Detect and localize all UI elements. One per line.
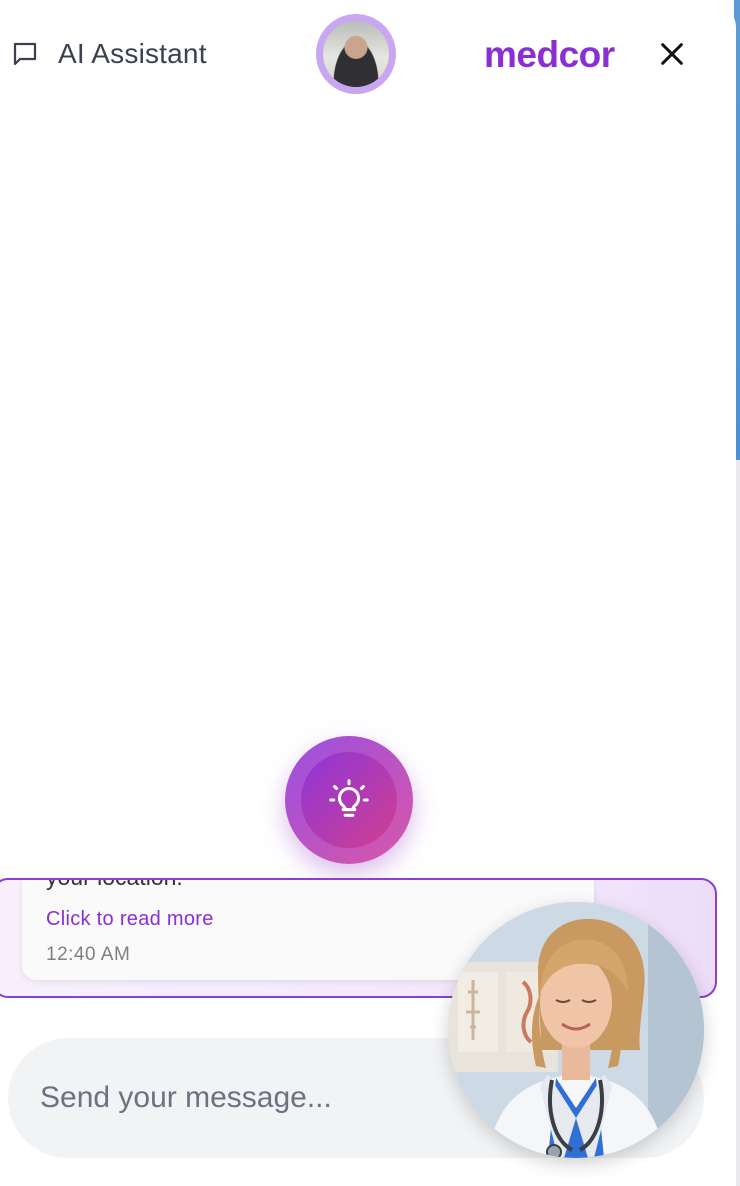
close-button[interactable] [656,38,688,70]
read-more-link[interactable]: Click to read more [46,908,214,931]
header-title-group: AI Assistant [10,38,207,70]
header-title: AI Assistant [58,38,207,69]
chat-header: AI Assistant medcor [0,0,736,108]
doctor-avatar-image [448,902,704,1158]
suggestions-button-inner [301,752,397,848]
chat-panel: AI Assistant medcor your location. Click… [0,0,736,1186]
doctor-avatar[interactable] [448,902,704,1158]
suggestions-button[interactable] [285,736,413,864]
lightbulb-icon [329,779,369,817]
message-text: your location. [46,880,183,891]
message-timestamp: 12:40 AM [46,944,131,965]
message-input[interactable] [40,1076,460,1120]
brand-logo: medcor [484,34,615,75]
user-avatar[interactable] [316,14,396,94]
chat-bubble-icon [10,39,40,69]
user-avatar-photo [323,21,389,87]
close-icon [661,43,683,65]
